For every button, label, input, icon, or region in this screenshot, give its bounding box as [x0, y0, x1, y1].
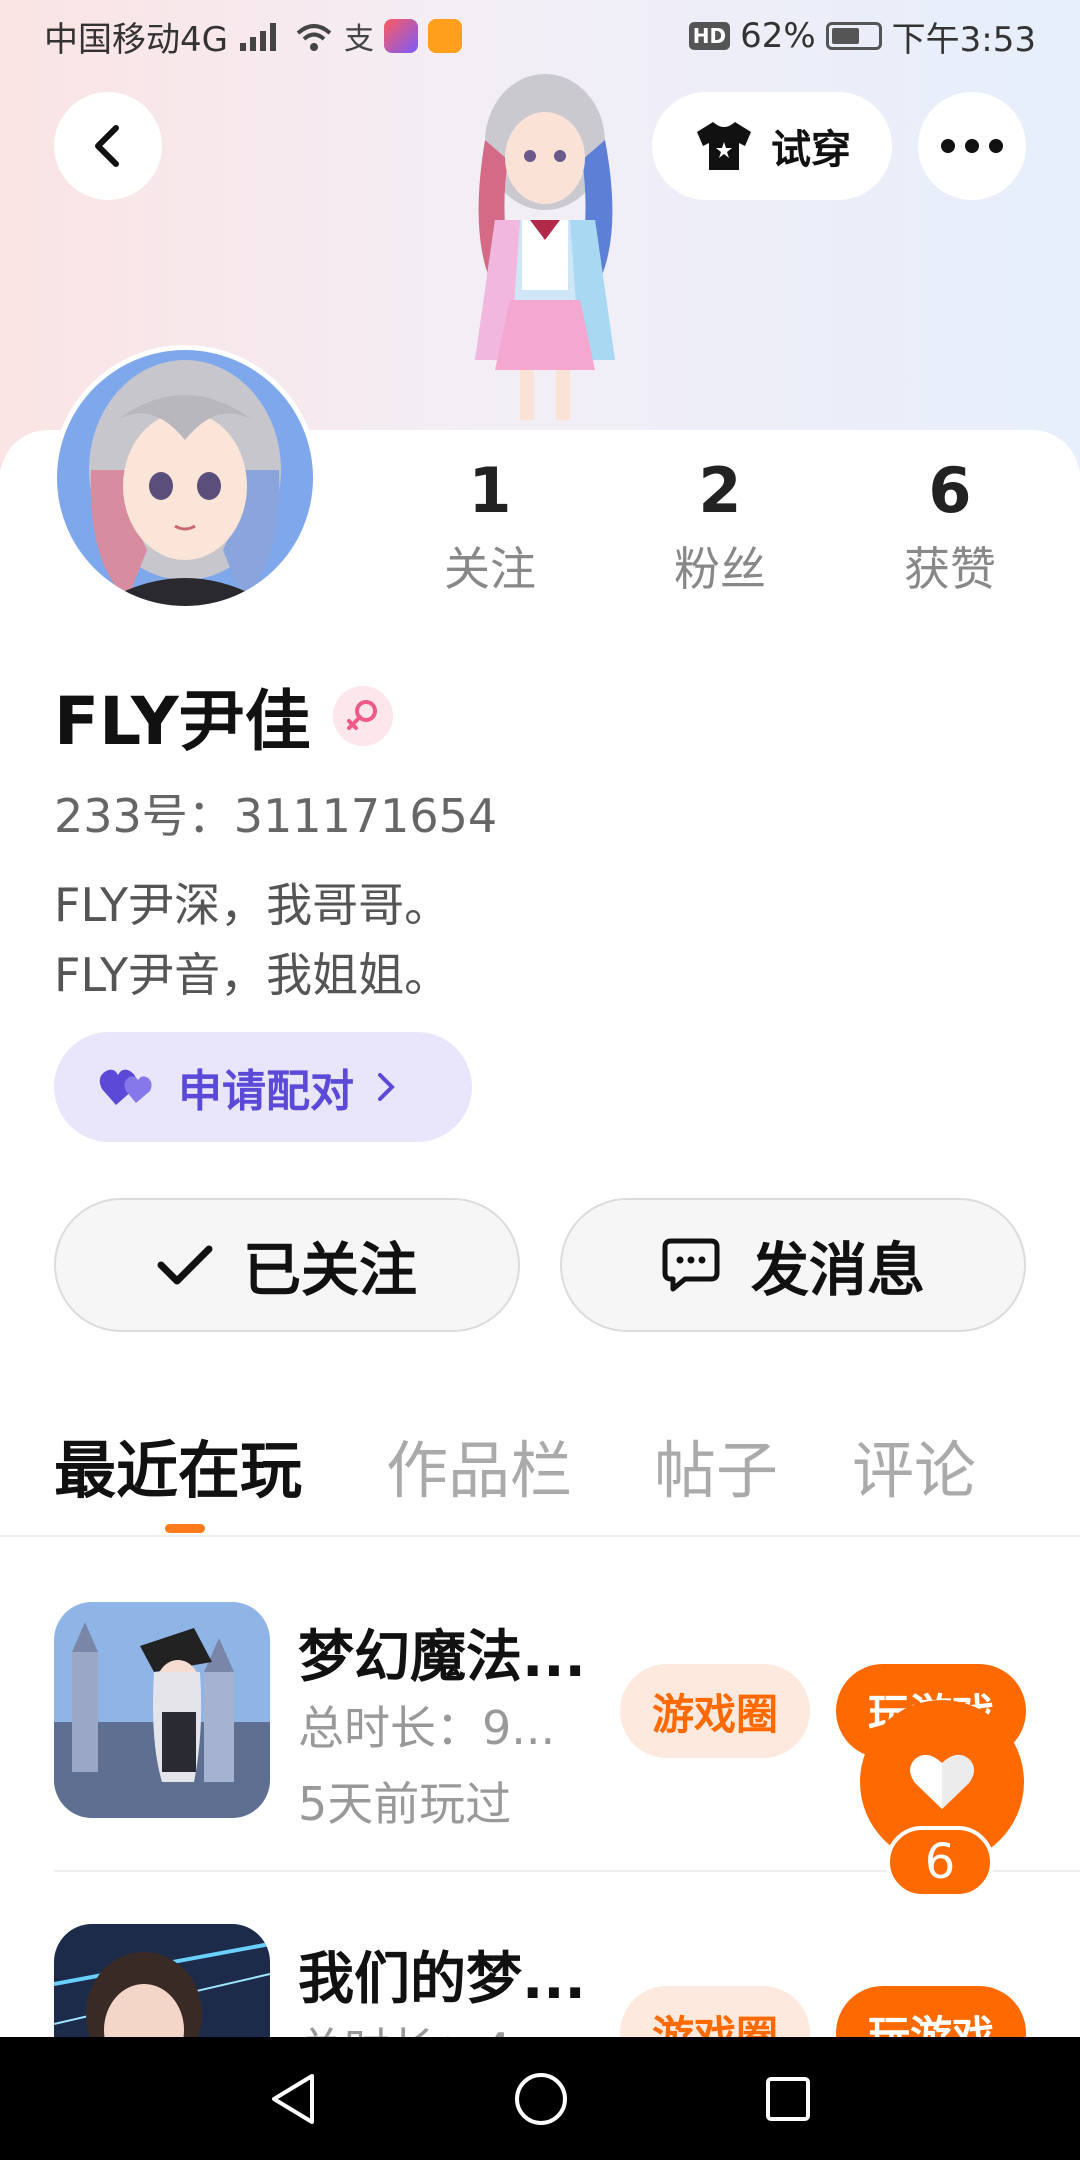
stat-likes-label: 获赞 — [904, 542, 996, 596]
stat-fans-count: 2 — [698, 454, 742, 527]
nav-home-icon[interactable] — [512, 2070, 570, 2128]
tab-recently-played[interactable]: 最近在玩 — [54, 1420, 302, 1510]
game-circle-button[interactable]: 游戏圈 — [620, 1986, 810, 2037]
stat-following[interactable]: 1 关注 — [405, 455, 575, 599]
status-bar: 中国移动4G 支 HD 62% 下午3:53 — [0, 0, 1080, 72]
stat-fans-label: 粉丝 — [674, 542, 766, 596]
chat-bubble-icon — [662, 1238, 720, 1292]
followed-label: 已关注 — [242, 1236, 417, 1304]
like-count-badge: 6 — [886, 1826, 994, 1898]
video-app-icon — [427, 19, 462, 53]
tab-works[interactable]: 作品栏 — [386, 1420, 572, 1510]
bio-line: FLY尹深，我哥哥。 — [54, 878, 451, 932]
game-circle-button[interactable]: 游戏圈 — [620, 1664, 810, 1758]
profile-tabs: 最近在玩 作品栏 帖子 评论 — [0, 1420, 1080, 1536]
more-options-button[interactable] — [918, 92, 1026, 200]
avatar-character-figure[interactable] — [400, 70, 690, 430]
app-notification-icon — [383, 19, 418, 53]
tab-posts[interactable]: 帖子 — [654, 1420, 778, 1510]
try-on-label: 试穿 — [771, 127, 851, 173]
tabs-divider — [0, 1535, 1080, 1537]
battery-percent: 62% — [740, 16, 816, 56]
user-avatar[interactable] — [52, 345, 318, 611]
nav-back-icon[interactable] — [266, 2070, 320, 2128]
carrier-label: 中国移动4G — [44, 19, 228, 60]
system-navigation-bar — [0, 2037, 1080, 2160]
user-id: 233号：311171654 — [54, 789, 498, 843]
stat-likes-count: 6 — [928, 454, 972, 527]
stat-following-label: 关注 — [444, 542, 536, 596]
back-arrow-icon — [95, 125, 119, 167]
clock: 下午3:53 — [891, 19, 1036, 60]
send-message-label: 发消息 — [750, 1236, 925, 1304]
game-title: 我们的梦... — [298, 1947, 586, 2012]
double-heart-icon — [99, 1069, 152, 1105]
hd-badge: HD — [688, 22, 731, 50]
play-game-button[interactable]: 玩游戏 — [836, 1986, 1026, 2037]
tshirt-icon — [697, 122, 751, 170]
battery-icon — [825, 22, 882, 50]
stat-following-count: 1 — [468, 454, 512, 527]
back-button[interactable] — [54, 92, 162, 200]
game-title: 梦幻魔法... — [298, 1625, 586, 1690]
stat-likes[interactable]: 6 获赞 — [865, 455, 1035, 599]
tab-comments[interactable]: 评论 — [852, 1420, 976, 1510]
game-last-played: 5天前玩过 — [298, 1777, 512, 1831]
active-tab-indicator — [165, 1524, 205, 1533]
female-gender-icon — [332, 686, 393, 746]
checkmark-icon — [157, 1245, 213, 1285]
user-bio: FLY尹深，我哥哥。 FLY尹音，我姐姐。 — [54, 870, 450, 1010]
alipay-icon: 支 — [343, 22, 374, 57]
name-row: FLY尹佳 — [54, 668, 393, 764]
apply-match-label: 申请配对 — [178, 1066, 354, 1117]
signal-icon — [239, 23, 276, 51]
nav-recents-icon[interactable] — [762, 2073, 814, 2125]
heart-icon — [910, 1754, 974, 1809]
send-message-button[interactable]: 发消息 — [560, 1198, 1026, 1332]
wifi-icon — [296, 24, 332, 51]
bio-line: FLY尹音，我姐姐。 — [54, 948, 451, 1002]
game-total-duration: 总时长：4... — [298, 2014, 555, 2037]
game-list-item[interactable]: 我们的梦... 总时长：4... 游戏圈 玩游戏 — [0, 1924, 1080, 2037]
more-dots-icon — [941, 139, 1003, 153]
game-thumbnail — [54, 1924, 270, 2037]
chevron-right-icon — [378, 1073, 395, 1101]
profile-screen: 中国移动4G 支 HD 62% 下午3:53 试穿 1 关注 2 粉丝 6 获赞… — [0, 0, 1080, 2160]
apply-match-button[interactable]: 申请配对 — [54, 1032, 472, 1142]
game-total-duration: 总时长：9... — [298, 1701, 556, 1755]
followed-button[interactable]: 已关注 — [54, 1198, 520, 1332]
stat-fans[interactable]: 2 粉丝 — [635, 455, 805, 599]
game-thumbnail — [54, 1602, 270, 1818]
user-name: FLY尹佳 — [54, 683, 311, 760]
